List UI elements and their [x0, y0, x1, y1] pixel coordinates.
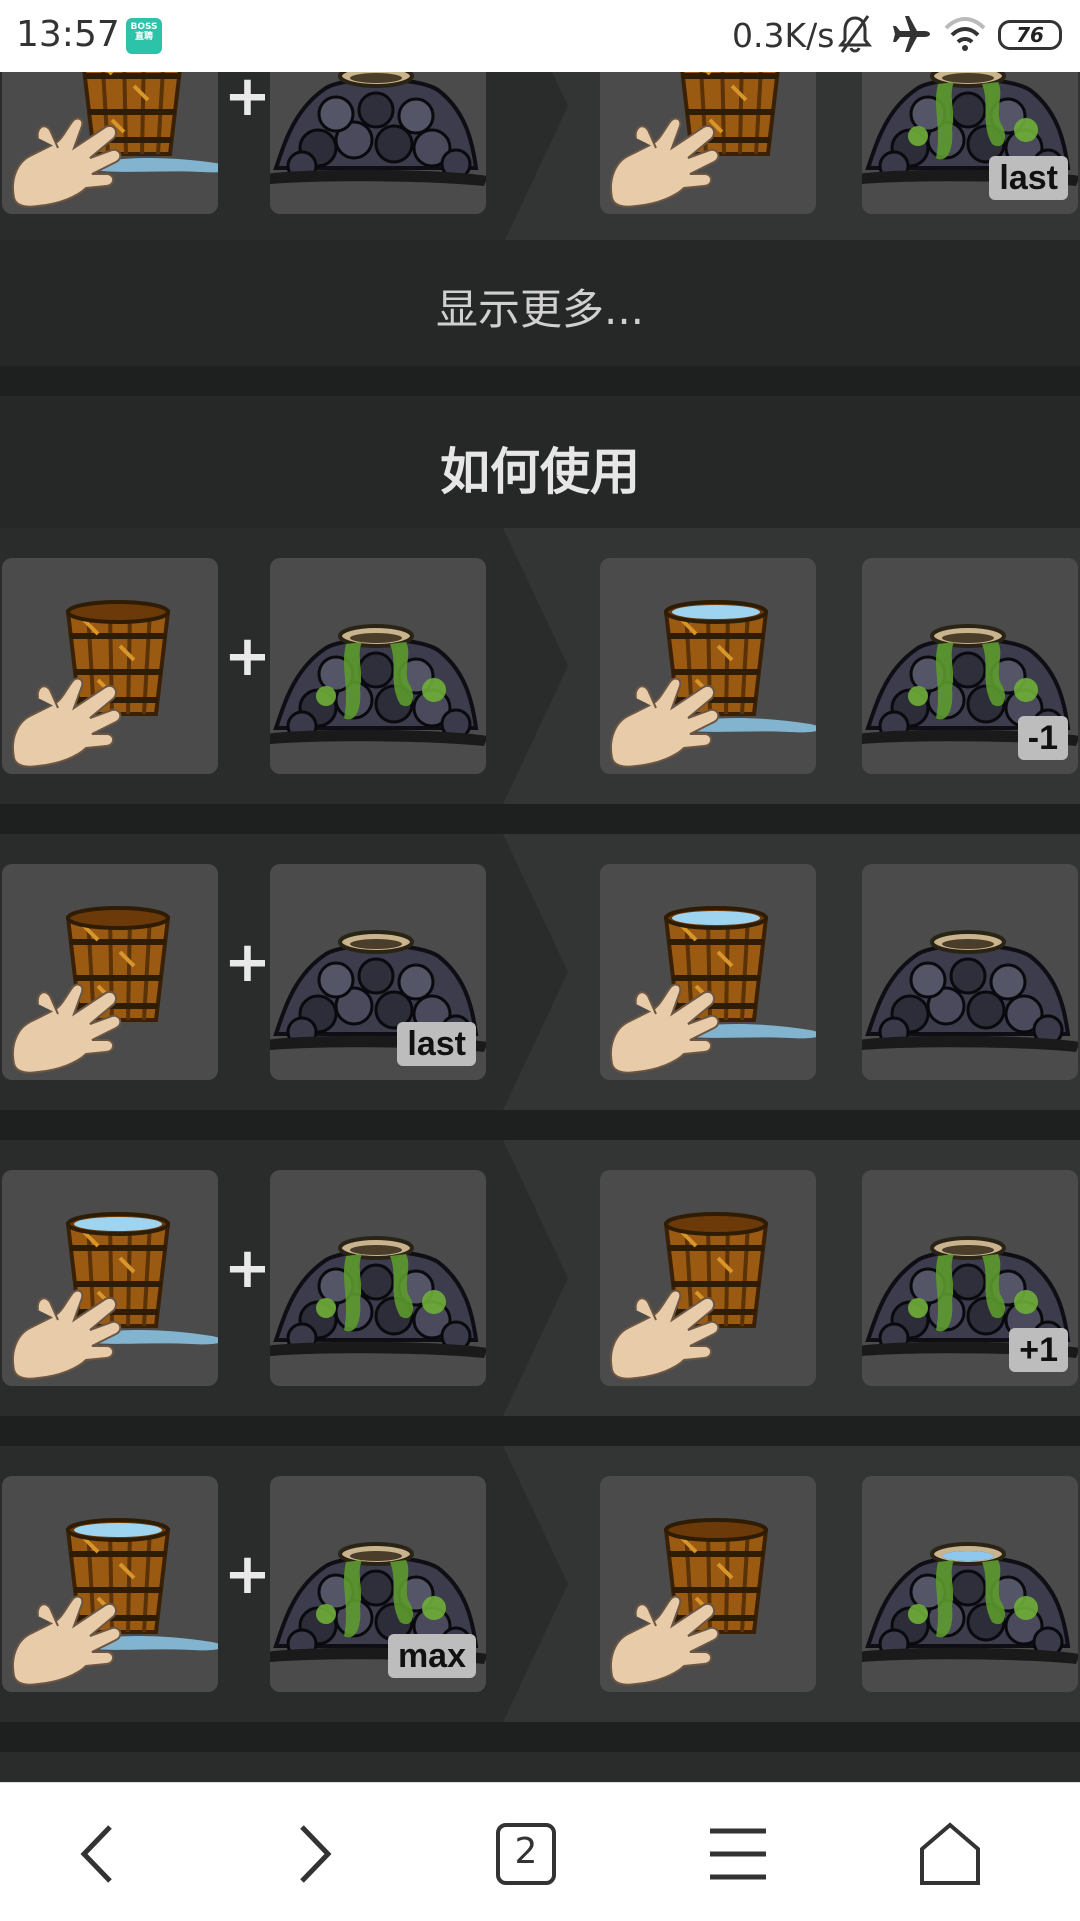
uses-badge: +1	[1009, 1328, 1068, 1372]
hand-wet-bucket-icon	[609, 864, 816, 1074]
result-well[interactable]: last	[862, 72, 1078, 214]
result-hand-wet-bucket[interactable]	[600, 864, 816, 1080]
ingredient-hand-wet-bucket[interactable]	[2, 1476, 218, 1692]
hand-wet-bucket-icon	[609, 558, 816, 768]
tabs-count: 2	[514, 1831, 538, 1872]
home-icon[interactable]	[910, 1819, 990, 1889]
recipe-row[interactable]: + -1	[0, 528, 1080, 804]
ingredient-hand-wet-bucket[interactable]	[2, 1170, 218, 1386]
hand-bucket-icon	[11, 558, 218, 768]
ingredient-well[interactable]: last	[270, 864, 486, 1080]
recipe-row-partial[interactable]: + last	[0, 72, 1080, 244]
result-hand-bucket[interactable]	[600, 1170, 816, 1386]
ingredient-hand-wet-bucket[interactable]	[2, 72, 218, 214]
network-speed: 0.3K/s	[732, 16, 835, 55]
ingredient-well[interactable]	[270, 558, 486, 774]
result-hand-bucket[interactable]	[600, 72, 816, 214]
hand-bucket-icon	[11, 864, 218, 1074]
mute-bell-icon	[838, 15, 872, 53]
browser-nav-bar: 2	[0, 1782, 1080, 1921]
ingredient-well[interactable]: max	[270, 1476, 486, 1692]
forward-icon[interactable]	[272, 1819, 352, 1889]
hand-bucket-icon	[609, 72, 816, 208]
hand-bucket-icon	[609, 1476, 816, 1686]
result-hand-bucket[interactable]	[600, 1476, 816, 1692]
recipe-row[interactable]: + +1	[0, 1140, 1080, 1416]
recipe-row[interactable]: + max	[0, 1446, 1080, 1722]
section-header: 如何使用	[0, 396, 1080, 528]
hand-bucket-icon	[609, 1170, 816, 1380]
status-bar: 13:57 BOSS 直聘 0.3K/s 76	[0, 0, 1080, 72]
boss-app-icon: BOSS 直聘	[126, 18, 162, 54]
menu-icon[interactable]	[698, 1819, 778, 1889]
mossy-well-icon	[270, 1236, 486, 1360]
ingredient-hand-bucket[interactable]	[2, 864, 218, 1080]
show-more-label: 显示更多...	[435, 285, 645, 334]
uses-badge: -1	[1017, 716, 1068, 760]
back-icon[interactable]	[60, 1819, 140, 1889]
show-more-button[interactable]: 显示更多...	[0, 240, 1080, 366]
hand-bucket-icon	[11, 72, 218, 208]
battery-indicator: 76	[998, 20, 1062, 50]
ingredient-well[interactable]	[270, 72, 486, 214]
status-time: 13:57	[16, 14, 120, 55]
section-title: 如何使用	[440, 443, 640, 501]
tabs-button[interactable]: 2	[486, 1819, 566, 1889]
plus-icon: +	[224, 1542, 271, 1607]
next-row-edge	[0, 1752, 1080, 1782]
uses-badge: max	[387, 1634, 476, 1678]
result-well[interactable]	[862, 864, 1078, 1080]
result-well[interactable]: +1	[862, 1170, 1078, 1386]
result-well[interactable]: -1	[862, 558, 1078, 774]
result-well[interactable]	[862, 1476, 1078, 1692]
mossy-well-icon	[270, 624, 486, 748]
ingredient-hand-bucket[interactable]	[2, 558, 218, 774]
plus-icon: +	[224, 624, 271, 689]
well-icon	[270, 72, 486, 188]
hand-wet-bucket-icon	[11, 1476, 218, 1686]
recipe-content: + last 显示更多... 如何使用 + -1 + last + +1 + m…	[0, 72, 1080, 1782]
uses-badge: last	[989, 156, 1068, 200]
full-well-icon	[862, 1542, 1078, 1666]
well-icon	[862, 930, 1078, 1054]
wifi-icon	[944, 17, 986, 51]
recipe-row[interactable]: + last	[0, 834, 1080, 1110]
uses-badge: last	[397, 1022, 476, 1066]
plus-icon: +	[224, 72, 271, 129]
airplane-icon	[893, 16, 930, 52]
result-hand-wet-bucket[interactable]	[600, 558, 816, 774]
plus-icon: +	[224, 1236, 271, 1301]
plus-icon: +	[224, 930, 271, 995]
ingredient-well[interactable]	[270, 1170, 486, 1386]
hand-wet-bucket-icon	[11, 1170, 218, 1380]
